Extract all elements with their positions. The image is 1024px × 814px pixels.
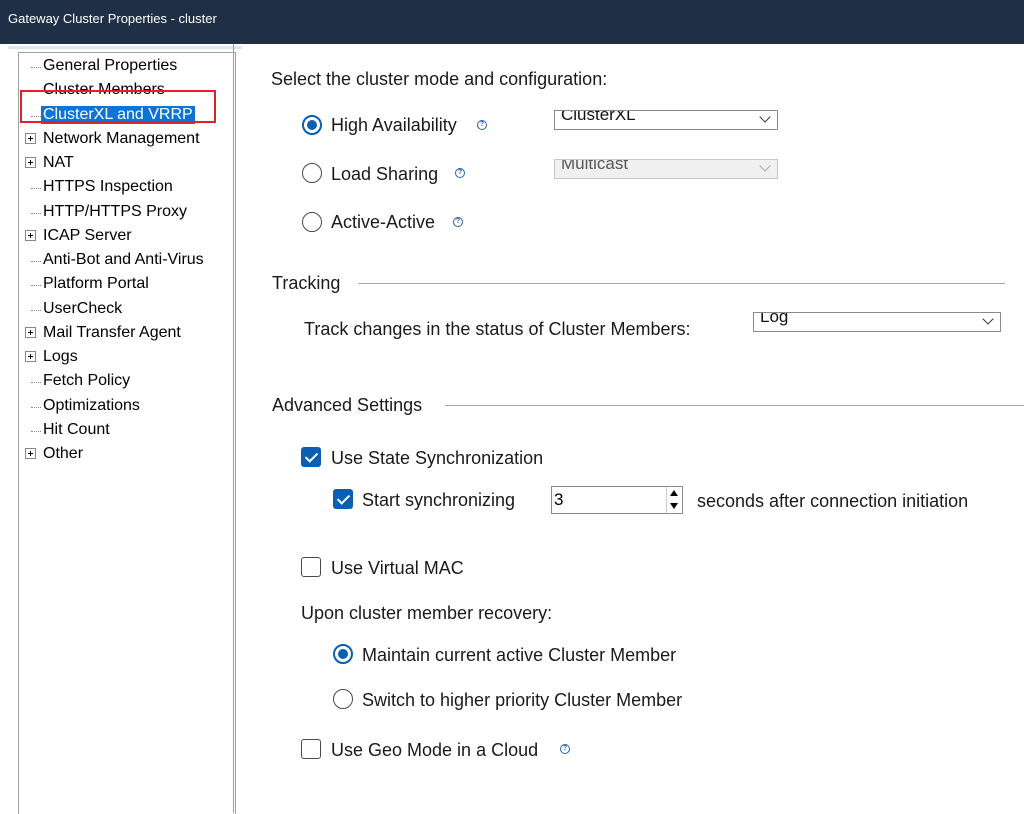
geo-mode-label[interactable]: Use Geo Mode in a Cloud — [331, 740, 538, 761]
recovery-label: Upon cluster member recovery: — [301, 603, 553, 623]
tree-item-label[interactable]: ICAP Server — [41, 227, 134, 245]
chevron-down-icon — [759, 160, 771, 172]
tree-item-label[interactable]: HTTP/HTTPS Proxy — [41, 203, 189, 221]
tree-item-label[interactable]: Mail Transfer Agent — [41, 324, 183, 342]
pane-divider[interactable] — [233, 44, 234, 813]
tree-connector — [31, 188, 41, 190]
high-availability-label[interactable]: High Availability — [331, 115, 457, 136]
expand-icon[interactable] — [25, 448, 36, 459]
help-icon[interactable]: ? — [453, 217, 463, 227]
state-sync-label[interactable]: Use State Synchronization — [331, 448, 543, 469]
tree-item-label[interactable]: Network Management — [41, 130, 202, 148]
help-icon[interactable]: ? — [477, 120, 487, 130]
active-active-label[interactable]: Active-Active — [331, 212, 435, 233]
high-availability-radio[interactable] — [302, 115, 322, 135]
tracking-select[interactable]: Log — [753, 312, 1001, 332]
mode-heading: Select the cluster mode and configuratio… — [271, 69, 608, 89]
maintain-member-label[interactable]: Maintain current active Cluster Member — [362, 645, 676, 666]
tracking-separator — [358, 283, 1005, 284]
tree-item-label[interactable]: Optimizations — [41, 397, 142, 415]
start-sync-checkbox[interactable] — [333, 489, 353, 509]
start-sync-stepper[interactable]: 3 — [551, 486, 683, 514]
advanced-heading: Advanced Settings — [272, 395, 423, 415]
pane-top-border — [8, 46, 242, 49]
tree-connector — [31, 430, 41, 432]
state-sync-checkbox[interactable] — [301, 447, 321, 467]
navigation-pane: General Properties Cluster Members Cluster… — [0, 44, 242, 814]
maintain-member-radio[interactable] — [333, 644, 353, 664]
navigation-tree: General Properties Cluster Members Cluster… — [18, 52, 236, 814]
tree-connector — [31, 382, 41, 384]
advanced-separator — [445, 405, 1024, 406]
tree-item-label[interactable]: UserCheck — [41, 300, 124, 318]
tree-item-label[interactable]: Other — [41, 445, 85, 463]
ha-mode-select[interactable]: ClusterXL — [554, 110, 778, 130]
arrow-down-icon[interactable] — [670, 503, 678, 509]
expand-icon[interactable] — [25, 326, 36, 338]
tree-item-label[interactable]: HTTPS Inspection — [41, 178, 175, 196]
tracking-heading: Tracking — [272, 273, 341, 293]
title-bar: Gateway Cluster Properties - cluster — [0, 0, 1024, 44]
tracking-select-value: Log — [760, 312, 789, 326]
switch-priority-radio[interactable] — [333, 689, 353, 709]
tree-item-label[interactable]: NAT — [41, 154, 76, 172]
tree-item-label[interactable]: Hit Count — [41, 421, 112, 439]
load-sharing-radio[interactable] — [302, 163, 322, 183]
tree-connector — [31, 285, 41, 287]
tree-connector — [31, 212, 41, 214]
window-title: Gateway Cluster Properties - cluster — [8, 11, 217, 26]
start-sync-value[interactable]: 3 — [554, 490, 563, 510]
stepper-arrows[interactable] — [666, 487, 682, 513]
load-sharing-select-value: Multicast — [561, 159, 629, 173]
arrow-up-icon[interactable] — [670, 490, 678, 496]
tree-item-label[interactable]: Logs — [41, 348, 80, 366]
tree-connector — [31, 261, 41, 262]
tree-item-label[interactable]: Fetch Policy — [41, 372, 132, 390]
start-sync-label[interactable]: Start synchronizing — [362, 490, 515, 511]
tree-connector — [31, 406, 41, 408]
geo-mode-checkbox[interactable] — [301, 739, 321, 759]
tree-connector — [31, 309, 41, 311]
load-sharing-select: Multicast — [554, 159, 778, 179]
tree-connector — [31, 67, 41, 68]
expand-icon[interactable] — [25, 351, 36, 362]
ha-mode-select-value: ClusterXL — [561, 110, 636, 124]
virtual-mac-checkbox[interactable] — [301, 557, 321, 577]
tree-item-label[interactable]: Anti-Bot and Anti-Virus — [41, 251, 206, 269]
switch-priority-label[interactable]: Switch to higher priority Cluster Member — [362, 690, 682, 711]
expand-icon[interactable] — [25, 132, 36, 144]
seconds-label: seconds after connection initiation — [697, 491, 969, 511]
chevron-down-icon — [759, 111, 771, 123]
active-active-radio[interactable] — [302, 212, 322, 232]
tree-item-label[interactable]: Platform Portal — [41, 275, 151, 293]
virtual-mac-label[interactable]: Use Virtual MAC — [331, 558, 464, 579]
help-icon[interactable]: ? — [455, 168, 465, 178]
load-sharing-label[interactable]: Load Sharing — [331, 164, 438, 185]
chevron-down-icon — [982, 313, 994, 325]
expand-icon[interactable] — [25, 229, 36, 241]
tree-item-label[interactable]: General Properties — [41, 57, 179, 75]
track-changes-label: Track changes in the status of Cluster M… — [304, 319, 691, 339]
selection-highlight-box — [20, 90, 216, 123]
help-icon[interactable]: ? — [560, 744, 570, 754]
expand-icon[interactable] — [25, 157, 36, 168]
